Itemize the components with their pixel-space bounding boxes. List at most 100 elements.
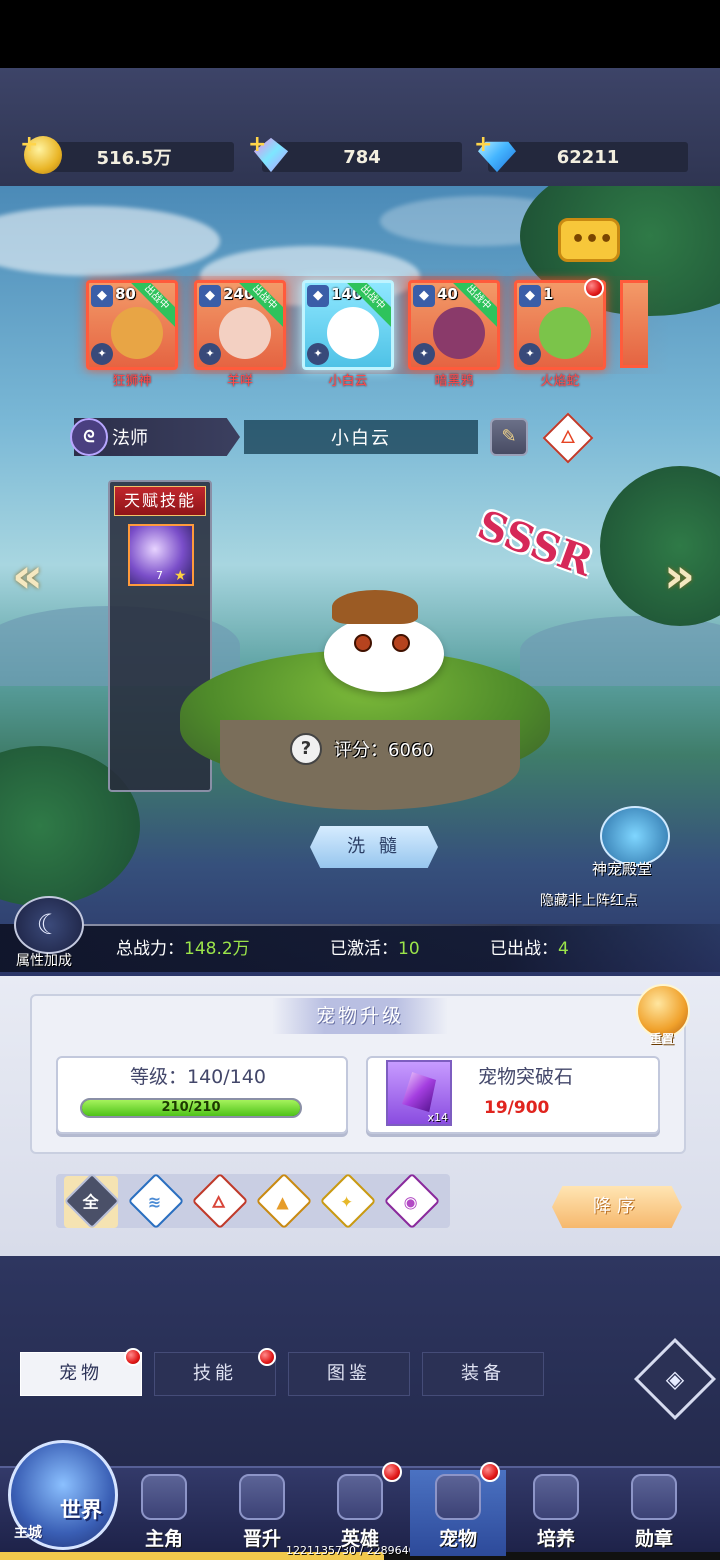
score-text: 评分：6060 <box>334 740 434 761</box>
tab-2[interactable]: 图鉴 <box>288 1352 410 1396</box>
star-icon: ★ <box>174 568 187 584</box>
pet-icon <box>435 1474 481 1520</box>
element-icon: ◆ <box>91 285 113 307</box>
medal-icon <box>631 1474 677 1520</box>
tab-3[interactable]: 装备 <box>422 1352 544 1396</box>
nav-heroes[interactable]: 英雄 <box>312 1470 408 1556</box>
total-power-label: 总战力： <box>116 939 184 959</box>
nav-cultivate[interactable]: 培养 <box>508 1470 604 1556</box>
deployed-value: 4 <box>558 939 569 959</box>
pet-card-partial[interactable] <box>620 280 648 368</box>
nav-medal[interactable]: 勋章 <box>606 1470 702 1556</box>
next-pet-arrow-icon[interactable]: » <box>664 548 712 608</box>
filter-earth-glyph: ▲ <box>276 1192 289 1212</box>
total-power-value: 148.2万 <box>184 939 250 959</box>
main-city-label[interactable]: 主城 <box>14 1522 42 1542</box>
class-icon: ✦ <box>519 343 541 365</box>
reset-label[interactable]: 重置 <box>650 1030 674 1047</box>
gem-resource[interactable]: + 784 <box>248 132 462 173</box>
pet-level: 80 <box>115 285 136 303</box>
gold-resource[interactable]: + 516.5万 <box>20 132 234 174</box>
notification-dot <box>124 1348 142 1366</box>
notification-dot <box>382 1462 402 1482</box>
nav-label: 培养 <box>536 1528 575 1550</box>
class-icon: ✦ <box>91 343 113 365</box>
nav-label: 晋升 <box>242 1528 281 1550</box>
pet-name: 小白云 <box>328 374 368 389</box>
stone-name: 宠物突破石 <box>478 1066 574 1088</box>
wash-button[interactable]: 洗 髓 <box>310 826 438 868</box>
activated-label: 已激活： <box>330 939 398 959</box>
prev-pet-arrow-icon[interactable]: « <box>12 548 60 608</box>
element-icon: ◆ <box>199 285 221 307</box>
help-icon[interactable]: ? <box>290 733 322 765</box>
deployed-label: 已出战： <box>490 939 558 959</box>
filter-water-glyph: ≋ <box>147 1192 162 1212</box>
pet-portrait <box>539 307 591 359</box>
pet-portrait <box>111 307 163 359</box>
add-diamond-icon[interactable]: + <box>474 132 492 157</box>
talent-skill-icon[interactable]: 7 ★ <box>128 524 194 586</box>
filter-all-glyph: 全 <box>82 1192 99 1212</box>
filter-dark-glyph: ◉ <box>403 1192 418 1212</box>
pet-card[interactable]: ◆ 40 出战中 ✦ <box>408 280 500 370</box>
gem-value: 784 <box>343 146 381 168</box>
pet-temple-icon[interactable] <box>600 806 670 866</box>
notification-dot <box>258 1348 276 1366</box>
attribute-bonus-label[interactable]: 属性加成 <box>16 950 72 970</box>
rename-quill-button[interactable]: ✎ <box>490 418 528 456</box>
pet-card[interactable]: ◆ 80 出战中 ✦ <box>86 280 178 370</box>
pet-card[interactable]: ◆ 240 出战中 ✦ <box>194 280 286 370</box>
talent-title: 天赋技能 <box>114 486 206 516</box>
notification-dot <box>480 1462 500 1482</box>
promotion-icon <box>239 1474 285 1520</box>
world-label[interactable]: 世界 <box>60 1494 102 1524</box>
element-icon: ◆ <box>307 285 329 307</box>
notification-dot <box>584 278 604 298</box>
class-icon: ✦ <box>413 343 435 365</box>
gold-value: 516.5万 <box>96 148 172 169</box>
nav-label: 勋章 <box>634 1528 673 1550</box>
nav-pet[interactable]: 宠物 <box>410 1470 506 1556</box>
diamond-value: 62211 <box>556 146 620 168</box>
pet-level: 1 <box>543 285 554 303</box>
nav-label: 宠物 <box>438 1528 477 1550</box>
nav-label: 主角 <box>144 1528 183 1550</box>
pet-card[interactable]: ◆ 140 出战中 ✦ <box>302 280 394 370</box>
pet-name: 狂狮神 <box>112 374 152 389</box>
stone-count: 19/900 <box>484 1098 550 1118</box>
pet-portrait <box>327 307 379 359</box>
pet-name: 暗黑鸦 <box>434 374 474 389</box>
element-icon: ◆ <box>413 285 435 307</box>
talent-skill-level: 7 <box>156 569 163 582</box>
pet-level: 40 <box>437 285 458 303</box>
class-icon: ✦ <box>307 343 329 365</box>
breakthrough-stone-icon[interactable]: x14 <box>386 1060 452 1126</box>
upgrade-title: 宠物升级 <box>272 998 448 1034</box>
add-gold-icon[interactable]: + <box>20 132 38 157</box>
chat-button[interactable]: ••• <box>558 218 620 262</box>
add-gem-icon[interactable]: + <box>248 132 266 157</box>
status-bar <box>0 0 720 68</box>
class-label: 法师 <box>112 428 148 449</box>
sort-descending-button[interactable]: 降序 <box>552 1186 682 1228</box>
element-icon: ◆ <box>519 285 541 307</box>
activated-count: 已激活：10 <box>330 934 420 959</box>
class-icon: ✦ <box>199 343 221 365</box>
diamond-resource[interactable]: + 62211 <box>474 132 688 173</box>
level-text: 等级：140/140 <box>130 1066 266 1088</box>
pet-sprite-cloud[interactable] <box>318 590 454 700</box>
pet-exp-text: 210/210 <box>161 1100 221 1115</box>
nav-hero-portrait[interactable]: 主角 <box>116 1470 212 1556</box>
hero-portrait-icon <box>141 1474 187 1520</box>
pet-score: ? 评分：6060 <box>290 732 434 766</box>
attribute-bonus-icon[interactable]: ☾ <box>14 896 84 954</box>
pet-portrait <box>433 307 485 359</box>
temple-label[interactable]: 神宠殿堂 <box>592 858 652 879</box>
filter-fire-glyph: 🜂 <box>211 1192 226 1212</box>
chat-dots-icon: ••• <box>571 227 614 252</box>
pet-name: 火焰蛇 <box>540 374 580 389</box>
nav-promotion[interactable]: 晋升 <box>214 1470 310 1556</box>
hide-red-dot-toggle[interactable]: 隐藏非上阵红点 <box>540 890 638 910</box>
pet-name-field: 小白云 <box>244 420 478 454</box>
